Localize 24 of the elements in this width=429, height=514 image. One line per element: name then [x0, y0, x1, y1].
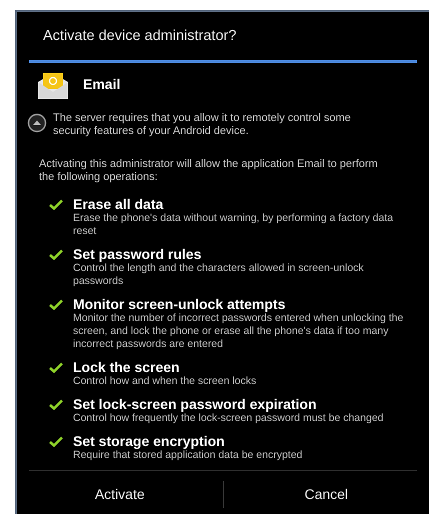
dialog-button[interactable]: Activate: [17, 480, 222, 508]
warning-text: The server requires that you allow it to remotely control some security features of your Android device.: [53, 112, 352, 138]
app-name: Email: [83, 75, 120, 94]
checkmark-icon: [49, 298, 63, 310]
permission-description: Monitor the number of incorrect passwords entered when unlocking the screen, and lock the phone or erase all the phone's data if too many incorrect passwords are entered: [73, 312, 404, 351]
permission-title: Set lock-screen password expiration: [73, 396, 318, 412]
permission-description: Erase the phone's data without warning, by performing a factory data reset: [73, 212, 394, 238]
permission-title: Set password rules: [73, 246, 202, 262]
permission-title: Lock the screen: [73, 358, 181, 375]
intro-text: Activating this administrator will allow the application Email to perform the following operations:: [38, 156, 379, 184]
checkmark-icon: [49, 398, 63, 410]
dialog-button[interactable]: Cancel: [222, 480, 429, 508]
permission-title: Set storage encryption: [73, 432, 226, 449]
checkmark-icon: [49, 248, 63, 260]
permission-description: Control the length and the characters allowed in screen-unlock passwords: [73, 262, 365, 288]
permission-description: Control how and when the screen locks: [73, 374, 256, 388]
permission-description: Require that stored application data be encrypted: [73, 448, 302, 462]
checkmark-icon: [49, 362, 63, 373]
permission-description: Control how frequently the lock-screen password must be changed: [73, 412, 384, 425]
checkmark-icon: [49, 436, 63, 447]
permission-title: Monitor screen-unlock attempts: [73, 296, 286, 312]
dialog-title: Activate device administrator?: [42, 27, 238, 46]
checkmark-icon: [49, 198, 63, 210]
permission-title: Erase all data: [73, 196, 164, 212]
